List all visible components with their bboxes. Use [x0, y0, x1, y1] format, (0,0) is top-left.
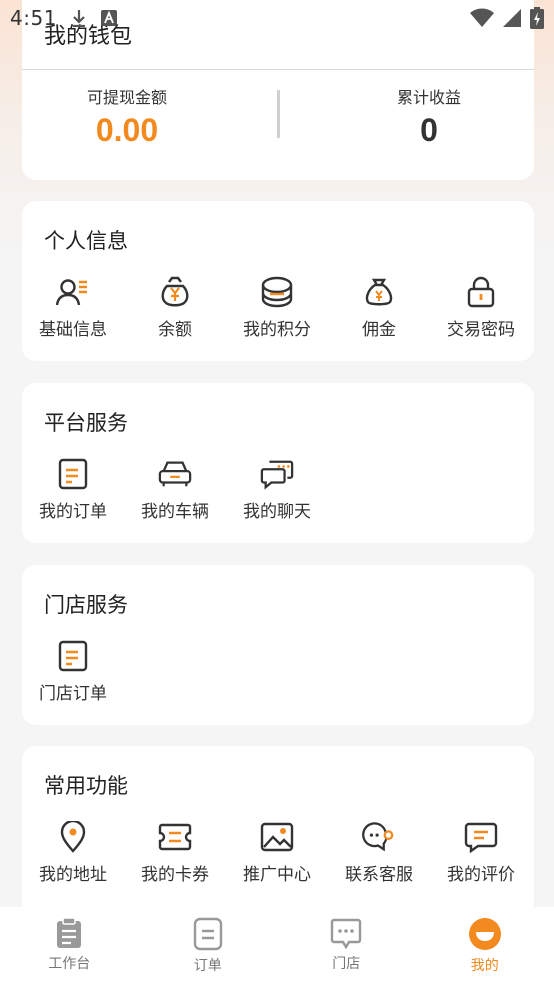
platform-services-card: 平台服务 我的订单 我的车辆 我的聊天 — [22, 383, 534, 543]
personal-info-card: 个人信息 基础信息 余额 我的积分 佣金 交易密码 — [22, 201, 534, 361]
tab-label: 门店 — [332, 956, 361, 972]
commission-button[interactable]: 佣金 — [328, 275, 430, 340]
total-income-label: 累计收益 — [396, 88, 461, 107]
item-label: 余额 — [158, 320, 192, 340]
contact-service-button[interactable]: 联系客服 — [328, 820, 430, 885]
store-order-icon — [56, 639, 90, 673]
download-icon — [72, 10, 85, 27]
money-bag-icon — [158, 275, 192, 309]
coins-icon — [260, 275, 294, 309]
coupon-icon — [158, 820, 192, 854]
user-info-icon — [56, 275, 90, 309]
car-icon — [158, 457, 192, 491]
lock-icon — [464, 275, 498, 309]
section-title: 个人信息 — [44, 229, 128, 253]
item-label: 联系客服 — [345, 865, 413, 885]
document-icon — [193, 917, 222, 951]
review-icon — [464, 820, 498, 854]
tab-orders[interactable]: 订单 — [153, 917, 263, 975]
item-label: 门店订单 — [39, 684, 107, 704]
tab-label: 工作台 — [48, 956, 91, 972]
item-label: 基础信息 — [39, 320, 107, 340]
common-functions-card: 常用功能 我的地址 我的卡券 推广中心 联系客服 我的评价 — [22, 746, 534, 916]
my-address-button[interactable]: 我的地址 — [22, 820, 124, 885]
store-services-card: 门店服务 门店订单 — [22, 565, 534, 725]
item-label: 推广中心 — [243, 865, 311, 885]
bottom-tab-bar: 工作台 订单 门店 我的 — [0, 907, 554, 985]
item-label: 我的订单 — [39, 502, 107, 522]
tab-mine[interactable]: 我的 — [430, 917, 540, 975]
balance-button[interactable]: 余额 — [124, 275, 226, 340]
item-label: 我的卡券 — [141, 865, 209, 885]
my-chat-button[interactable]: 我的聊天 — [226, 457, 328, 522]
vertical-divider — [277, 90, 280, 138]
status-bar: 4:51 — [0, 0, 554, 36]
location-icon — [56, 820, 90, 854]
profile-icon — [468, 918, 501, 950]
tab-store[interactable]: 门店 — [291, 917, 401, 973]
image-icon — [260, 820, 294, 854]
message-icon — [331, 918, 362, 949]
section-title: 平台服务 — [44, 411, 128, 435]
item-label: 交易密码 — [447, 320, 515, 340]
my-coupons-button[interactable]: 我的卡券 — [124, 820, 226, 885]
trade-password-button[interactable]: 交易密码 — [430, 275, 532, 340]
battery-charging-icon — [530, 7, 544, 29]
section-title: 常用功能 — [44, 774, 128, 798]
status-time: 4:51 — [10, 6, 57, 30]
clipboard-icon — [57, 917, 82, 948]
item-label: 佣金 — [362, 320, 396, 340]
total-income-value: 0 — [420, 112, 438, 148]
item-label: 我的聊天 — [243, 502, 311, 522]
section-title: 门店服务 — [44, 593, 128, 617]
divider — [22, 69, 534, 70]
withdrawable-value: 0.00 — [95, 112, 159, 148]
commission-bag-icon — [362, 275, 396, 309]
order-icon — [56, 457, 90, 491]
my-vehicles-button[interactable]: 我的车辆 — [124, 457, 226, 522]
tab-workbench[interactable]: 工作台 — [14, 917, 124, 973]
item-label: 我的积分 — [243, 320, 311, 340]
total-income[interactable]: 累计收益 0 — [324, 84, 534, 149]
customer-service-icon — [362, 820, 396, 854]
my-reviews-button[interactable]: 我的评价 — [430, 820, 532, 885]
tab-label: 订单 — [193, 958, 222, 974]
promotion-center-button[interactable]: 推广中心 — [226, 820, 328, 885]
item-label: 我的地址 — [39, 865, 107, 885]
tab-label: 我的 — [470, 958, 499, 974]
signal-icon — [503, 9, 521, 27]
chat-icon — [260, 457, 294, 491]
keyboard-a-icon — [100, 10, 117, 26]
my-orders-button[interactable]: 我的订单 — [22, 457, 124, 522]
withdrawable-amount[interactable]: 可提现金额 0.00 — [22, 84, 232, 149]
store-orders-button[interactable]: 门店订单 — [22, 639, 124, 704]
item-label: 我的车辆 — [141, 502, 209, 522]
basic-info-button[interactable]: 基础信息 — [22, 275, 124, 340]
item-label: 我的评价 — [447, 865, 515, 885]
points-button[interactable]: 我的积分 — [226, 275, 328, 340]
wifi-icon — [470, 8, 494, 27]
withdrawable-label: 可提现金额 — [86, 88, 167, 107]
